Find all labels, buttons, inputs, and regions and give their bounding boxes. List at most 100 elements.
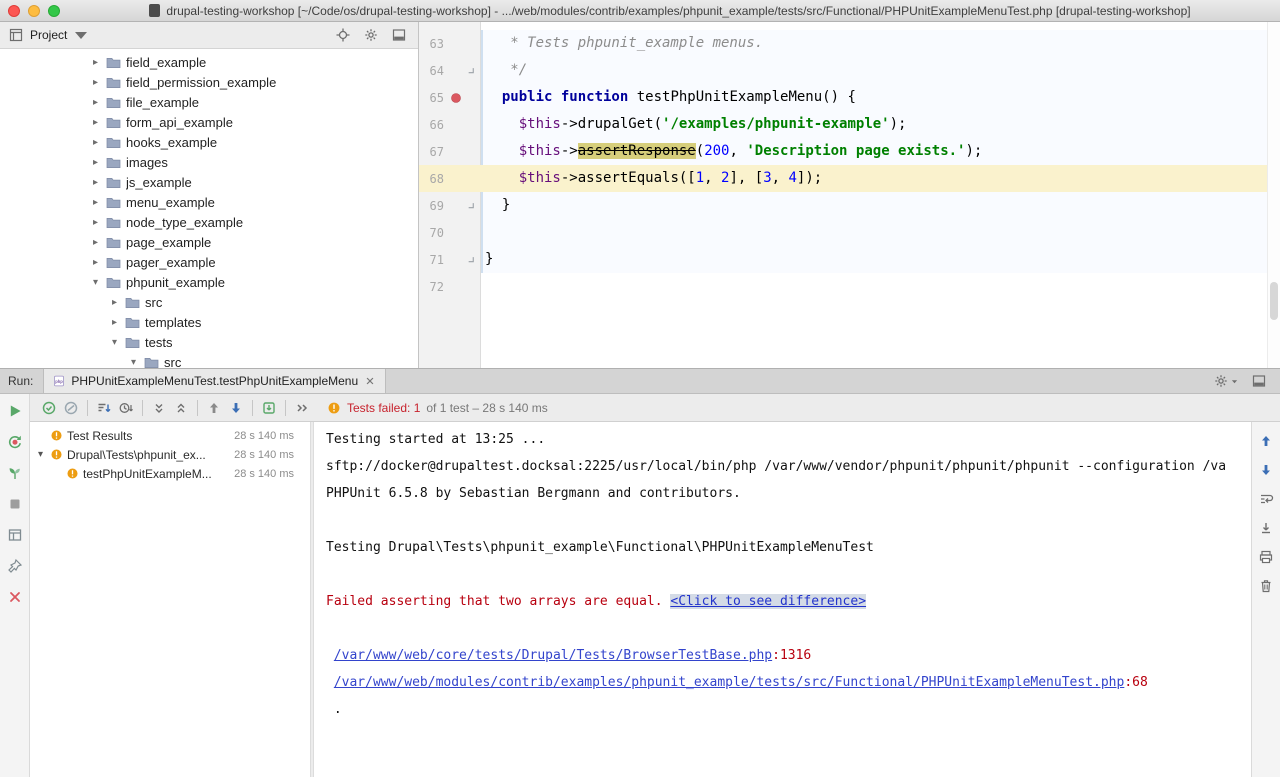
restore-layout-button[interactable]	[4, 524, 26, 546]
code-line[interactable]: 72	[419, 273, 1267, 300]
gutter-cell: 71	[419, 246, 481, 273]
console-output[interactable]: Testing started at 13:25 ...sftp://docke…	[314, 422, 1251, 777]
run-settings-button[interactable]	[1213, 373, 1238, 389]
chevron-right-icon[interactable]: ▸	[90, 97, 101, 108]
chevron-right-icon[interactable]: ▸	[90, 77, 101, 88]
show-passed-button[interactable]	[38, 397, 60, 419]
rerun-failed-button[interactable]	[4, 431, 26, 453]
test-tree-item[interactable]: ▾Drupal\Tests\phpunit_ex...28 s 140 ms	[30, 445, 310, 464]
chevron-down-icon[interactable]	[73, 27, 89, 43]
code-line[interactable]: 65 public function testPhpUnitExampleMen…	[419, 84, 1267, 111]
pin-button[interactable]	[4, 555, 26, 577]
sort-duration-button[interactable]	[115, 397, 137, 419]
print-button[interactable]	[1255, 546, 1277, 568]
project-tree-item[interactable]: ▾phpunit_example	[0, 272, 418, 292]
down-blue-button[interactable]	[1255, 459, 1277, 481]
code-line[interactable]: 71}	[419, 246, 1267, 273]
chevron-right-icon[interactable]: ▸	[109, 317, 120, 328]
code-line[interactable]: 70	[419, 219, 1267, 246]
chevron-right-icon[interactable]: ▸	[90, 57, 101, 68]
fold-icon[interactable]	[467, 255, 477, 265]
window-minimize-button[interactable]	[28, 5, 40, 17]
hide-run-panel-button[interactable]	[1248, 370, 1270, 392]
code-line[interactable]: 63 * Tests phpunit_example menus.	[419, 30, 1267, 57]
code-line[interactable]: 67 $this->assertResponse(200, 'Descripti…	[419, 138, 1267, 165]
project-tree-item[interactable]: ▾ src	[0, 352, 418, 368]
play-button[interactable]	[4, 400, 26, 422]
project-panel-title[interactable]: Project	[30, 28, 67, 42]
tests-failed-text: Tests failed: 1	[347, 401, 420, 415]
chevron-right-icon[interactable]: ▸	[90, 117, 101, 128]
test-tree-item[interactable]: testPhpUnitExampleM...28 s 140 ms	[30, 464, 310, 483]
console-link[interactable]: <Click to see difference>	[670, 594, 866, 609]
console-text: Failed asserting that two arrays are equ…	[326, 594, 670, 609]
code-editor[interactable]: 63 * Tests phpunit_example menus.64 */65…	[419, 22, 1280, 368]
project-tree-item[interactable]: ▸images	[0, 152, 418, 172]
chevron-right-icon[interactable]: ▸	[90, 137, 101, 148]
chevron-down-icon[interactable]: ▾	[35, 449, 46, 460]
failed-run-icon[interactable]	[450, 92, 462, 104]
project-tree-item[interactable]: ▸menu_example	[0, 192, 418, 212]
code-line[interactable]: 66 $this->drupalGet('/examples/phpunit-e…	[419, 111, 1267, 138]
chevron-down-icon[interactable]: ▾	[90, 277, 101, 288]
arrow-up-button[interactable]	[203, 397, 225, 419]
project-tree-item[interactable]: ▸file_example	[0, 92, 418, 112]
window-close-button[interactable]	[8, 5, 20, 17]
window-zoom-button[interactable]	[48, 5, 60, 17]
project-tree-item[interactable]: ▸field_example	[0, 52, 418, 72]
chevron-right-icon[interactable]: ▸	[90, 157, 101, 168]
show-ignored-button[interactable]	[60, 397, 82, 419]
import-results-button[interactable]	[258, 397, 280, 419]
soft-wrap-button[interactable]	[1255, 488, 1277, 510]
autotest-button[interactable]	[4, 462, 26, 484]
console-link[interactable]: /var/www/web/core/tests/Drupal/Tests/Bro…	[334, 648, 772, 663]
code-line[interactable]: 68 $this->assertEquals([1, 2], [3, 4]);	[419, 165, 1267, 192]
arrow-down-button[interactable]	[225, 397, 247, 419]
chevron-right-icon[interactable]: ▸	[90, 177, 101, 188]
folder-icon	[125, 316, 140, 329]
close-icon[interactable]	[364, 375, 376, 387]
fold-icon[interactable]	[467, 66, 477, 76]
project-tree-item[interactable]: ▸js_example	[0, 172, 418, 192]
hide-project-panel-button[interactable]	[388, 24, 410, 46]
project-tree-item[interactable]: ▸node_type_example	[0, 212, 418, 232]
project-tree-item[interactable]: ▸src	[0, 292, 418, 312]
folder-name: src	[164, 355, 181, 369]
project-tree-item[interactable]: ▸field_permission_example	[0, 72, 418, 92]
sort-alpha-button[interactable]	[93, 397, 115, 419]
project-tree-item[interactable]: ▾tests	[0, 332, 418, 352]
chevron-right-icon[interactable]: ▸	[90, 217, 101, 228]
run-tab[interactable]: php PHPUnitExampleMenuTest.testPhpUnitEx…	[43, 369, 386, 393]
chevron-right-icon[interactable]: ▸	[90, 237, 101, 248]
code-line[interactable]: 69 }	[419, 192, 1267, 219]
project-tree-item[interactable]: ▸form_api_example	[0, 112, 418, 132]
collapse-all-button[interactable]	[170, 397, 192, 419]
project-settings-button[interactable]	[360, 24, 382, 46]
up-blue-button[interactable]	[1255, 430, 1277, 452]
close-red-button[interactable]	[4, 586, 26, 608]
chevron-right-icon[interactable]: ▸	[90, 197, 101, 208]
scroll-end-button[interactable]	[1255, 517, 1277, 539]
chevron-down-icon	[1231, 378, 1238, 385]
expand-all-button[interactable]	[148, 397, 170, 419]
test-tree-item[interactable]: Test Results28 s 140 ms	[30, 426, 310, 445]
stop-button[interactable]	[4, 493, 26, 515]
chevron-down-icon[interactable]: ▾	[128, 357, 139, 368]
trash-button[interactable]	[1255, 575, 1277, 597]
chevron-right-icon[interactable]: ▸	[109, 297, 120, 308]
fold-icon[interactable]	[467, 201, 477, 211]
editor-scrollbar-thumb[interactable]	[1270, 282, 1278, 320]
editor-scrollbar[interactable]	[1267, 22, 1280, 368]
chevron-right-icon[interactable]: ▸	[90, 257, 101, 268]
project-toolwindow-icon[interactable]	[8, 27, 24, 43]
project-tree-item[interactable]: ▸page_example	[0, 232, 418, 252]
project-tree-item[interactable]: ▸templates	[0, 312, 418, 332]
more-button[interactable]	[291, 397, 313, 419]
code-line[interactable]: 64 */	[419, 57, 1267, 84]
console-link[interactable]: /var/www/web/modules/contrib/examples/ph…	[334, 675, 1125, 690]
locate-file-button[interactable]	[332, 24, 354, 46]
project-tree-item[interactable]: ▸hooks_example	[0, 132, 418, 152]
show-passed-icon	[41, 400, 57, 416]
project-tree-item[interactable]: ▸pager_example	[0, 252, 418, 272]
chevron-down-icon[interactable]: ▾	[109, 337, 120, 348]
